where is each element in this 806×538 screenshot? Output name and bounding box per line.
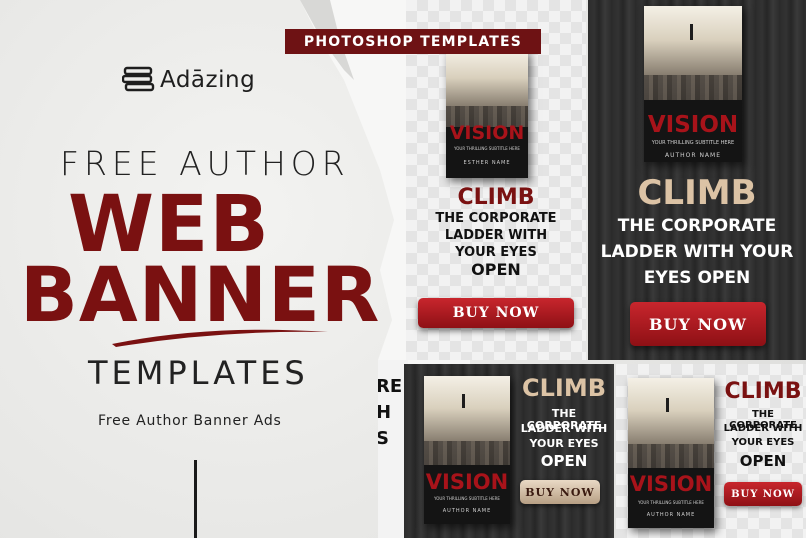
book-title: VISION: [449, 122, 525, 144]
brush-swoosh-decoration: [112, 329, 328, 347]
ad-line-ladder-your: LADDER WITH YOUR: [600, 242, 794, 262]
ad-headline-climb: CLIMB: [457, 185, 535, 210]
banner-stage: Adāzing FREE AUTHOR WEB BANNER TEMPLATES…: [0, 0, 806, 538]
headline-templates: TEMPLATES: [88, 354, 309, 392]
divider-line: [194, 460, 197, 538]
ad-line-b: LADDER WITH: [520, 422, 608, 435]
book-subtitle: YOUR THRILLING SUBTITLE HERE: [651, 140, 735, 146]
book-cover-d: VISION YOUR THRILLING SUBTITLE HERE AUTH…: [628, 378, 714, 528]
ad-headline-climb: CLIMB: [637, 173, 757, 213]
fragment-line-3: S: [378, 428, 389, 449]
ad-line-b: LADDER WITH: [444, 228, 548, 243]
book-cover-b: VISION YOUR THRILLING SUBTITLE HERE AUTH…: [644, 6, 742, 162]
fragment-line-2: H: [378, 402, 392, 423]
book-author: AUTHOR NAME: [442, 508, 492, 514]
book-subtitle: YOUR THRILLING SUBTITLE HERE: [638, 500, 704, 505]
fragment-line-1: RE: [378, 376, 403, 397]
ad-line-c: YOUR EYES: [455, 245, 537, 260]
ad-line-b: LADDER WITH: [723, 423, 803, 434]
buy-now-button[interactable]: BUY NOW: [630, 302, 766, 346]
ad-headline-climb: CLIMB: [521, 374, 606, 402]
headline-free-author: FREE AUTHOR: [60, 144, 350, 183]
photoshop-templates-ribbon: PHOTOSHOP TEMPLATES: [285, 29, 541, 54]
brand-logo: Adāzing: [122, 66, 255, 94]
banner-preview-white-tall: VISION YOUR THRILLING SUBTITLE HERE ESTH…: [406, 0, 586, 360]
banner-preview-wood-large: VISION YOUR THRILLING SUBTITLE HERE AUTH…: [588, 0, 806, 360]
ad-line-a: THE CORPORATE: [617, 216, 777, 236]
banner-preview-white-small: VISION YOUR THRILLING SUBTITLE HERE AUTH…: [616, 364, 806, 538]
buy-now-button[interactable]: BUY NOW: [418, 298, 574, 328]
book-cover-c: VISION YOUR THRILLING SUBTITLE HERE AUTH…: [424, 376, 510, 524]
book-title: VISION: [647, 112, 739, 138]
banner-preview-wood-small: VISION YOUR THRILLING SUBTITLE HERE AUTH…: [404, 364, 614, 538]
book-author: ESTHER NAME: [463, 160, 511, 166]
brand-name: Adāzing: [160, 67, 256, 93]
book-cover-a: VISION YOUR THRILLING SUBTITLE HERE ESTH…: [446, 50, 528, 178]
ad-line-c: YOUR EYES: [529, 437, 599, 450]
book-subtitle: YOUR THRILLING SUBTITLE HERE: [454, 146, 520, 151]
book-title: VISION: [425, 470, 509, 494]
headline-subtitle: Free Author Banner Ads: [98, 413, 282, 429]
buy-now-button[interactable]: BUY NOW: [520, 480, 600, 504]
ad-line-eyes-open: EYES OPEN: [643, 268, 751, 288]
book-author: AUTHOR NAME: [646, 512, 696, 518]
ad-headline-climb: CLIMB: [724, 379, 802, 404]
book-title: VISION: [629, 472, 713, 496]
ad-line-d: OPEN: [471, 260, 521, 279]
ad-line-a: THE CORPORATE: [435, 211, 557, 226]
ad-line-d: OPEN: [739, 452, 787, 470]
ad-line-c: YOUR EYES: [731, 437, 795, 448]
books-stack-icon: [122, 66, 155, 92]
book-subtitle: YOUR THRILLING SUBTITLE HERE: [434, 496, 500, 501]
book-author: AUTHOR NAME: [664, 152, 722, 159]
buy-now-button[interactable]: BUY NOW: [724, 482, 802, 506]
ad-line-d: OPEN: [540, 452, 588, 470]
